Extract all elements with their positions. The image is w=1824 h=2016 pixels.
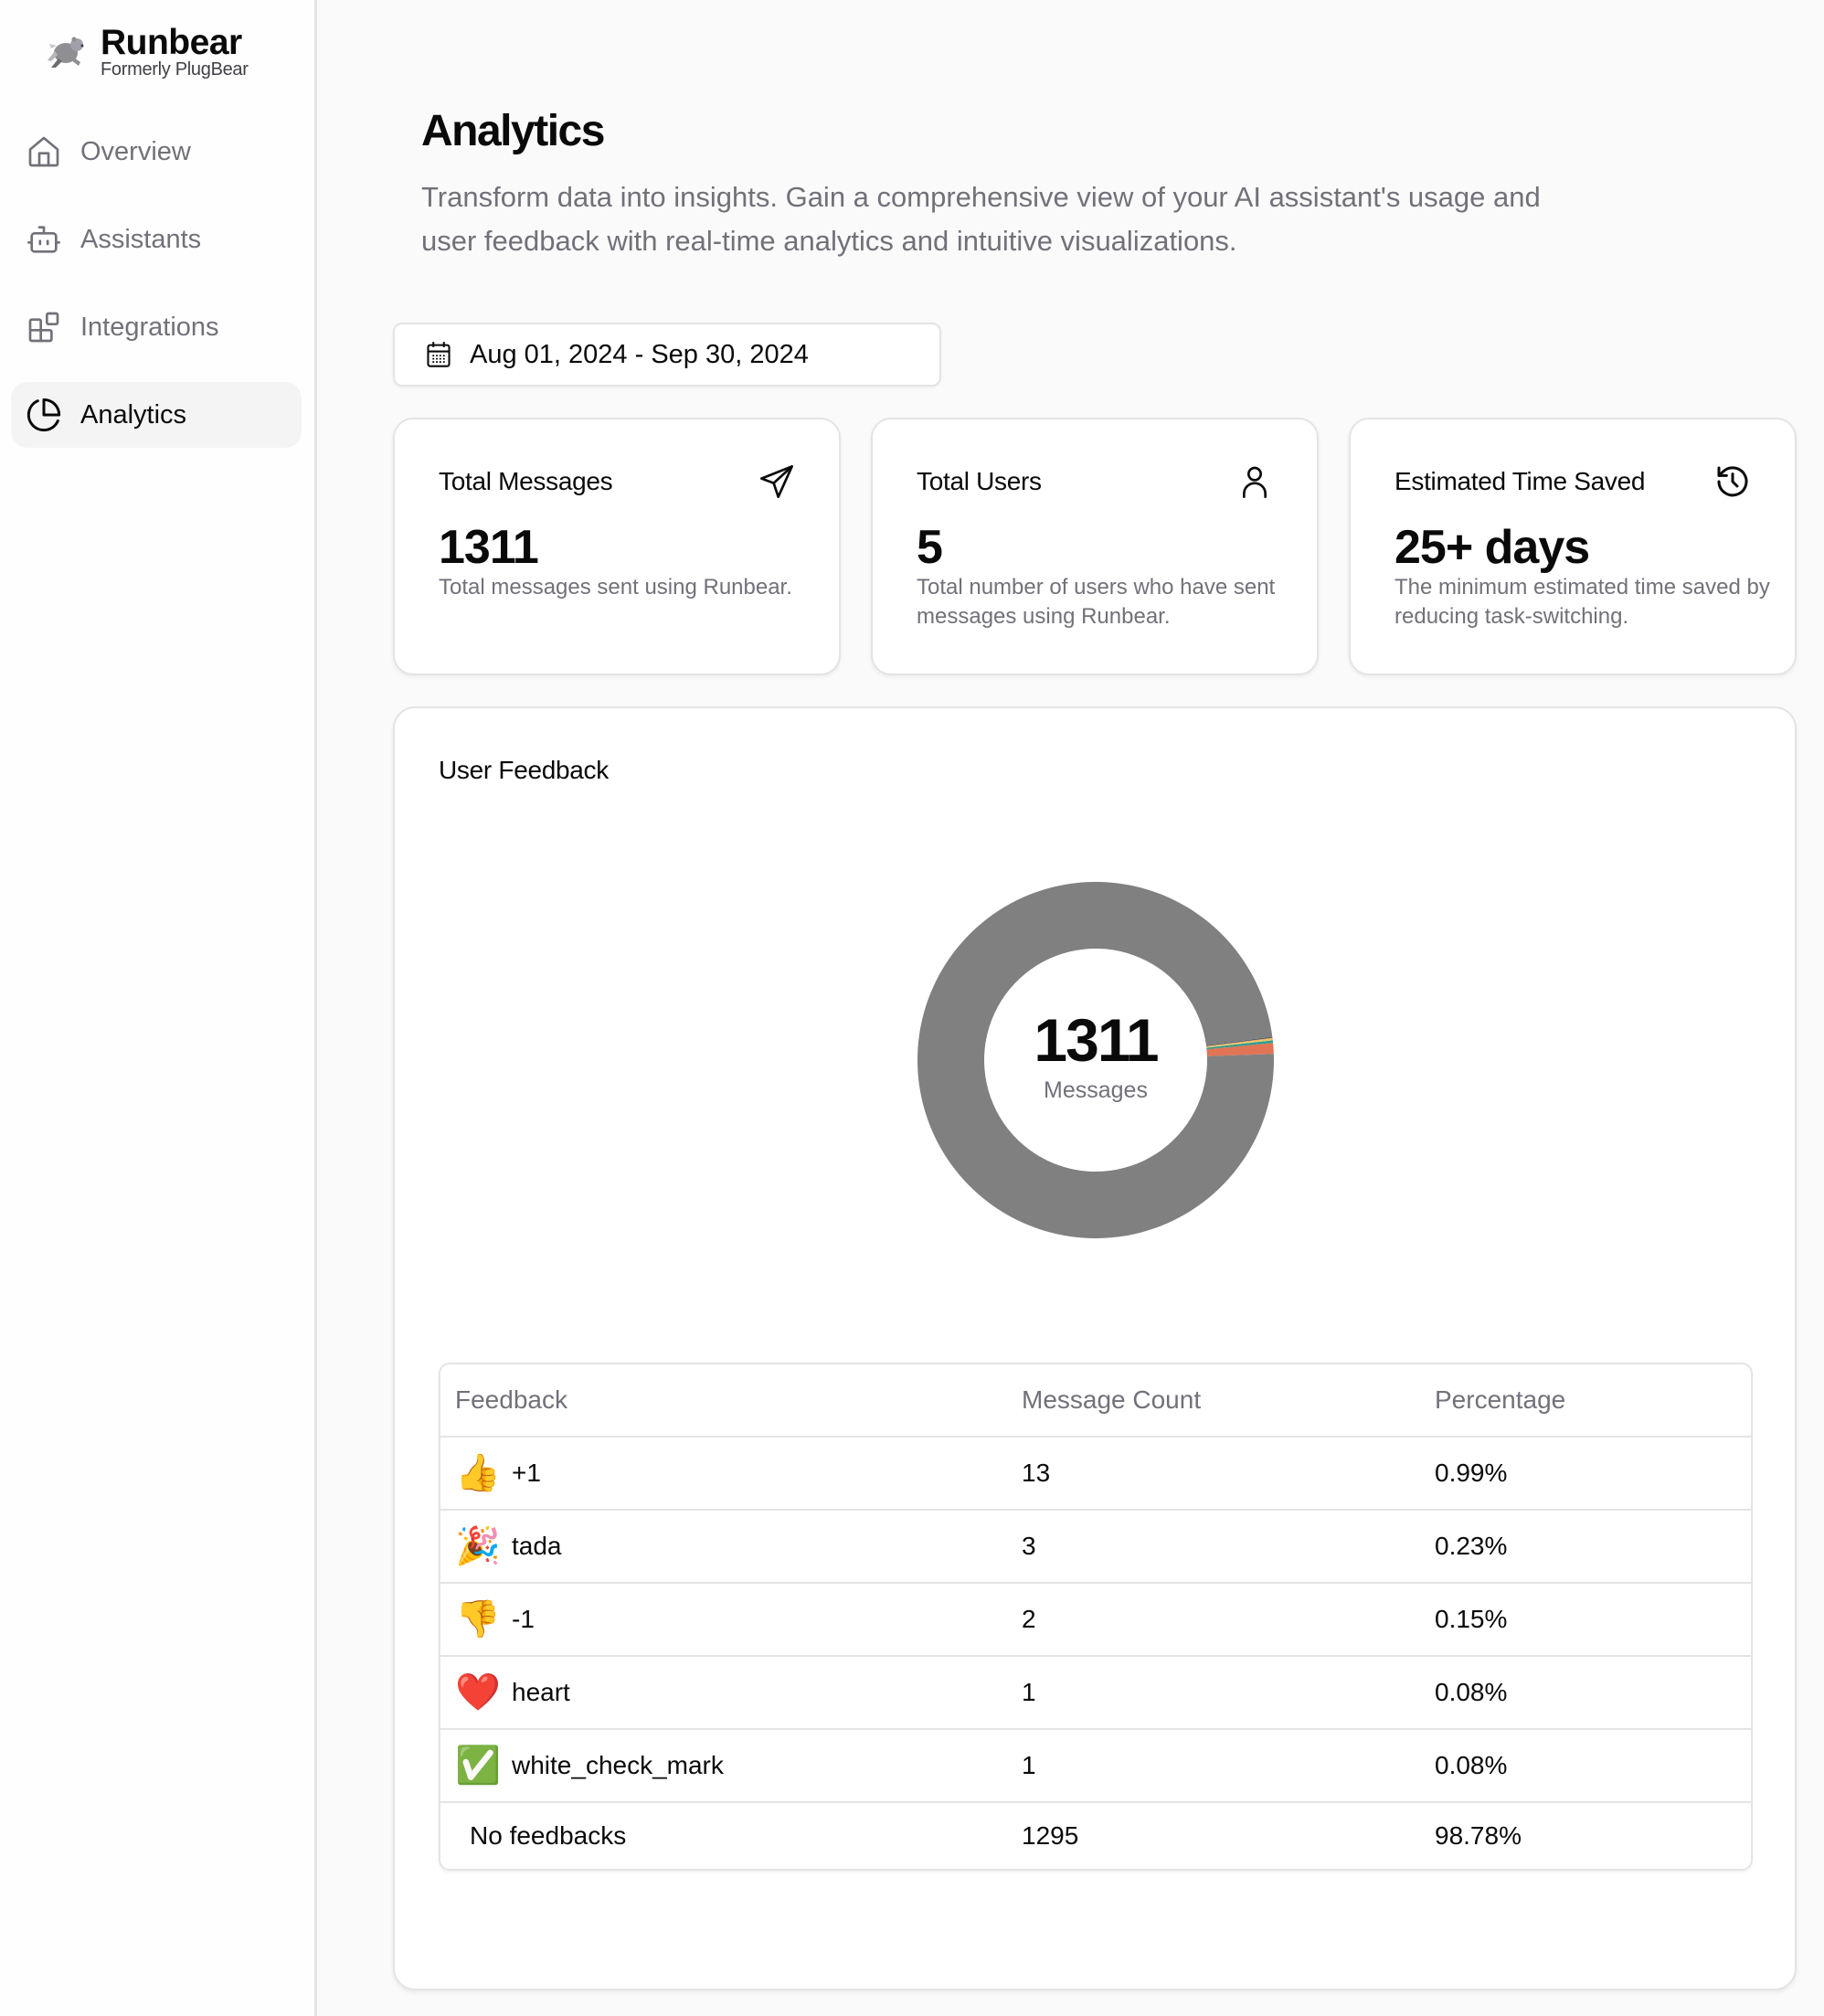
table-row: 🎉 tada 3 0.23% <box>440 1511 1751 1584</box>
feedback-count: 1 <box>1022 1751 1036 1779</box>
user-icon <box>1243 466 1267 498</box>
table-row: 👎 -1 2 0.15% <box>440 1584 1751 1657</box>
brand[interactable]: Runbear Formerly PlugBear <box>46 23 249 80</box>
sidebar-item-integrations[interactable]: Integrations <box>11 294 302 360</box>
stat-label: Total Users <box>917 467 1042 495</box>
donut-center-value: 1311 <box>1034 1005 1159 1074</box>
stat-card-total-users: Total Users 5 Total number of users who … <box>871 418 1319 675</box>
feedback-name: -1 <box>512 1605 535 1633</box>
main-content: Analytics Transform data into insights. … <box>320 0 1824 2016</box>
feedback-percentage: 0.08% <box>1435 1678 1508 1706</box>
table-row: ❤️ heart 1 0.08% <box>440 1657 1751 1730</box>
sidebar: Runbear Formerly PlugBear Overview Assis… <box>0 0 317 2016</box>
stat-label: Estimated Time Saved <box>1395 467 1646 495</box>
user-feedback-card: User Feedback 1311 Messages Feedback Mes… <box>393 706 1797 1990</box>
feedback-count: 1295 <box>1022 1821 1079 1850</box>
brand-subtitle: Formerly PlugBear <box>101 59 249 80</box>
feedback-name: heart <box>512 1678 570 1706</box>
feedback-percentage: 0.15% <box>1435 1605 1508 1633</box>
stat-card-total-messages: Total Messages 1311 Total messages sent … <box>393 418 841 675</box>
stat-value: 5 <box>917 521 943 574</box>
table-row: No feedbacks 1295 98.78% <box>440 1803 1751 1869</box>
stat-description: Total number of users who have sent mess… <box>917 575 1276 629</box>
feedback-donut-chart: 1311 Messages <box>917 882 1274 1239</box>
thumbs-down-icon: 👎 <box>455 1599 501 1639</box>
stat-description: Total messages sent using Runbear. <box>439 575 792 599</box>
sidebar-item-label: Overview <box>80 136 191 166</box>
page-title: Analytics <box>421 107 605 155</box>
donut-center-label: Messages <box>1044 1077 1148 1103</box>
sidebar-item-overview[interactable]: Overview <box>11 119 302 185</box>
table-row: 👍 +1 13 0.99% <box>440 1438 1751 1511</box>
feedback-name: tada <box>512 1532 562 1560</box>
sidebar-item-analytics[interactable]: Analytics <box>11 382 302 448</box>
sidebar-nav: Overview Assistants Integrations Analyti… <box>11 119 302 470</box>
brand-name: Runbear <box>101 23 242 62</box>
check-mark-icon: ✅ <box>455 1745 501 1786</box>
table-row: ✅ white_check_mark 1 0.08% <box>440 1730 1751 1803</box>
heart-icon: ❤️ <box>455 1672 501 1713</box>
feedback-table: Feedback Message Count Percentage 👍 +1 13… <box>439 1363 1753 1871</box>
feedback-title: User Feedback <box>439 756 609 784</box>
home-icon <box>28 136 59 167</box>
feedback-count: 1 <box>1022 1678 1036 1706</box>
thumbs-up-icon: 👍 <box>455 1453 501 1493</box>
feedback-count: 13 <box>1022 1459 1051 1487</box>
feedback-percentage: 0.08% <box>1435 1751 1508 1779</box>
feedback-count: 2 <box>1022 1605 1036 1633</box>
sidebar-item-label: Assistants <box>80 224 202 254</box>
date-range-label: Aug 01, 2024 - Sep 30, 2024 <box>470 339 809 369</box>
table-header: Feedback Message Count Percentage <box>440 1364 1751 1438</box>
bot-icon <box>27 226 60 253</box>
sidebar-item-label: Analytics <box>80 399 187 430</box>
sidebar-item-assistants[interactable]: Assistants <box>11 207 302 272</box>
running-bear-logo-icon <box>48 37 84 68</box>
page-description: Transform data into insights. Gain a com… <box>421 181 1541 257</box>
stat-label: Total Messages <box>439 467 613 495</box>
feedback-count: 3 <box>1022 1532 1036 1560</box>
sidebar-item-label: Integrations <box>80 312 219 342</box>
column-header-count: Message Count <box>1022 1385 1202 1414</box>
party-popper-icon: 🎉 <box>455 1526 501 1566</box>
history-icon <box>1717 466 1748 497</box>
feedback-name: No feedbacks <box>470 1821 627 1850</box>
column-header-percentage: Percentage <box>1435 1385 1566 1414</box>
feedback-name: +1 <box>512 1459 541 1487</box>
stat-value: 1311 <box>439 521 539 574</box>
stat-value: 25+ days <box>1395 521 1590 574</box>
pie-chart-icon <box>27 398 61 432</box>
calendar-icon <box>427 342 451 367</box>
feedback-percentage: 0.23% <box>1435 1532 1508 1560</box>
feedback-percentage: 98.78% <box>1435 1821 1522 1850</box>
stat-card-time-saved: Estimated Time Saved 25+ days The minimu… <box>1349 418 1797 675</box>
date-range-picker[interactable]: Aug 01, 2024 - Sep 30, 2024 <box>393 323 941 387</box>
donut-center: 1311 Messages <box>917 882 1274 1238</box>
feedback-percentage: 0.99% <box>1435 1459 1508 1487</box>
feedback-name: white_check_mark <box>512 1751 724 1779</box>
column-header-feedback: Feedback <box>455 1385 567 1414</box>
stat-description: The minimum estimated time saved by redu… <box>1395 575 1770 629</box>
blocks-icon <box>28 312 59 343</box>
send-icon <box>760 465 793 498</box>
